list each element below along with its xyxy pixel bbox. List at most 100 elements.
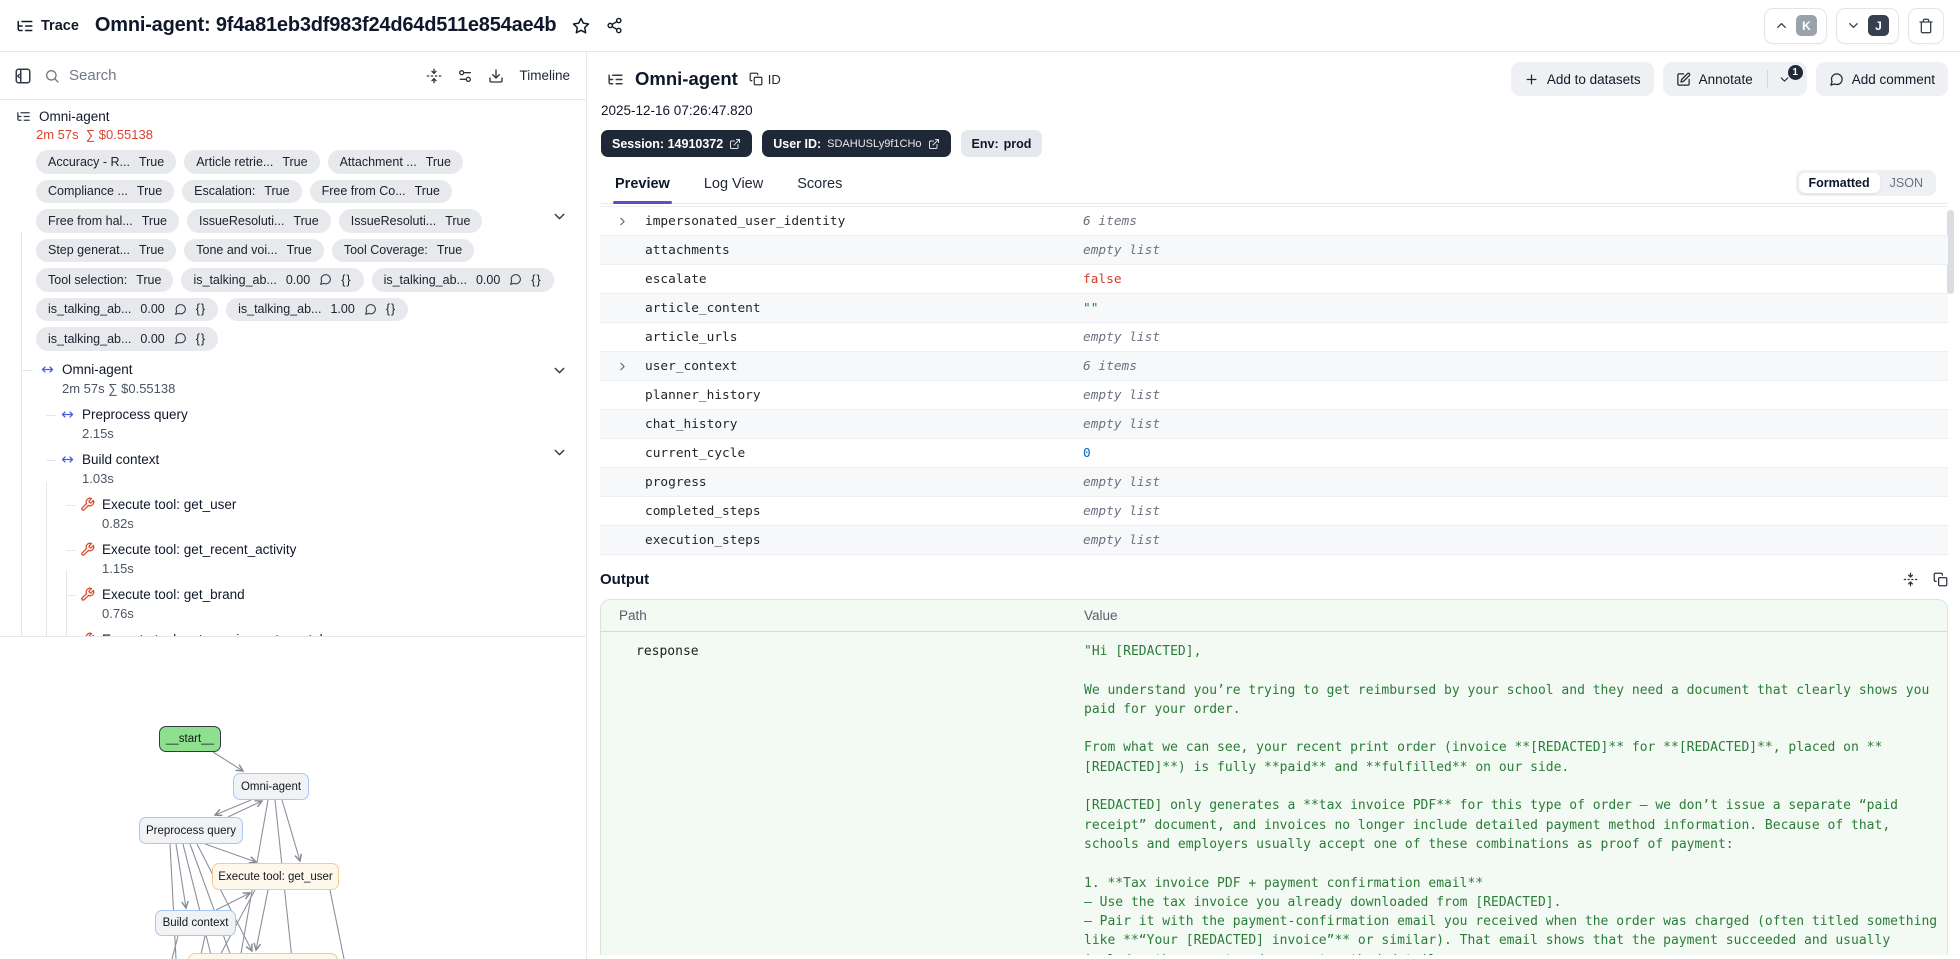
- output-heading: Output: [600, 571, 650, 588]
- tree-node-duration: 2m 57s ∑ $0.55138: [62, 380, 176, 396]
- chevron-down-icon[interactable]: [551, 362, 568, 379]
- trace-timestamp: 2025-12-16 07:26:47.820: [601, 103, 753, 118]
- format-option-json[interactable]: JSON: [1880, 173, 1933, 193]
- graph-node[interactable]: __start__: [159, 726, 221, 752]
- tree-root-node[interactable]: Omni-agent: [0, 100, 586, 124]
- prev-trace-button[interactable]: K: [1764, 7, 1827, 44]
- observation-title: Omni-agent: [635, 68, 738, 89]
- score-badge[interactable]: IssueResoluti... True: [187, 209, 331, 233]
- score-badge[interactable]: Free from Co... True: [309, 179, 452, 203]
- chevron-right-icon[interactable]: [616, 215, 629, 228]
- preview-key: attachments: [645, 242, 730, 258]
- preview-value: empty list: [1083, 474, 1161, 490]
- format-option-formatted[interactable]: Formatted: [1798, 173, 1880, 193]
- graph-node[interactable]: Omni-agent: [233, 773, 309, 800]
- add-to-datasets-button[interactable]: Add to datasets: [1510, 62, 1654, 96]
- tree-root-metrics: 2m 57s ∑ $0.55138: [36, 127, 153, 142]
- graph-node[interactable]: Execute tool: get_recent_activity: [188, 953, 338, 959]
- score-badge[interactable]: Tool Coverage: True: [331, 238, 475, 262]
- trace-label: Trace: [41, 17, 79, 34]
- score-badge[interactable]: IssueResoluti... True: [338, 209, 483, 233]
- timeline-toggle[interactable]: Timeline: [519, 68, 570, 83]
- tree-node[interactable]: Preprocess query 2.15s: [0, 406, 586, 441]
- shortcut-key-j: J: [1868, 15, 1889, 36]
- fold-vertical-icon[interactable]: [1903, 572, 1918, 587]
- comment-bubble-icon: [174, 332, 187, 345]
- score-badge[interactable]: Accuracy - R... True: [36, 150, 177, 174]
- score-badge-label: Escalation:: [194, 184, 256, 199]
- tree-node-label: Preprocess query: [82, 406, 188, 422]
- add-comment-button[interactable]: Add comment: [1815, 62, 1948, 96]
- score-badge-label: Free from hal...: [48, 213, 133, 228]
- tree-node-duration: 2.15s: [82, 425, 114, 441]
- preview-key: article_content: [645, 300, 761, 316]
- preview-row[interactable]: user_context 6 items: [600, 352, 1948, 381]
- panel-collapse-icon[interactable]: [14, 67, 32, 85]
- tree-node[interactable]: Omni-agent 2m 57s ∑ $0.55138: [0, 361, 586, 396]
- tree-root-label: Omni-agent: [39, 109, 110, 124]
- tab-preview[interactable]: Preview: [613, 176, 672, 204]
- download-icon[interactable]: [488, 68, 504, 84]
- tree-node-label: Execute tool: get_user: [102, 496, 237, 512]
- trace-tree: Omni-agent 2m 57s ∑ $0.55138 Accuracy - …: [0, 100, 586, 637]
- session-badge[interactable]: Session: 14910372: [601, 130, 753, 157]
- copy-id-button[interactable]: ID: [749, 72, 781, 87]
- score-badge[interactable]: is_talking_ab... 0.00 {}: [36, 297, 219, 321]
- score-badge[interactable]: Tool selection: True: [36, 268, 174, 292]
- score-badge-value: 0.00: [140, 302, 165, 317]
- score-badge-label: is_talking_ab...: [238, 302, 322, 317]
- score-badge[interactable]: Tone and voi... True: [184, 238, 324, 262]
- agent-graph[interactable]: __start__ Omni-agent Preprocess query Execu…: [0, 637, 586, 959]
- preview-value: "": [1083, 300, 1099, 316]
- graph-node[interactable]: Build context: [155, 910, 236, 936]
- score-badge[interactable]: Escalation: True: [182, 179, 302, 203]
- score-badge[interactable]: is_talking_ab... 0.00 {}: [371, 268, 554, 292]
- delete-trace-button[interactable]: [1908, 7, 1944, 44]
- tree-node[interactable]: Execute tool: get_user 0.82s: [0, 496, 586, 531]
- scrollbar-thumb[interactable]: [1947, 210, 1954, 294]
- score-badge[interactable]: Compliance ... True: [36, 179, 175, 203]
- output-row-response[interactable]: response "Hi [REDACTED], We understand y…: [601, 632, 1947, 955]
- graph-node[interactable]: Preprocess query: [139, 817, 243, 844]
- score-badge-value: True: [436, 243, 463, 258]
- preview-value: empty list: [1083, 532, 1161, 548]
- chevron-down-icon[interactable]: [551, 444, 568, 461]
- share-icon[interactable]: [606, 17, 623, 34]
- score-badge[interactable]: is_talking_ab... 0.00 {}: [181, 268, 364, 292]
- tree-node[interactable]: Execute tool: get_brand 0.76s: [0, 586, 586, 621]
- score-badge-label: Step generat...: [48, 243, 131, 258]
- chevron-right-icon[interactable]: [616, 360, 629, 373]
- copy-icon[interactable]: [1933, 572, 1948, 587]
- star-icon[interactable]: [572, 17, 590, 35]
- preview-row: chat_history empty list: [600, 410, 1948, 439]
- graph-node[interactable]: Execute tool: get_user: [212, 863, 339, 890]
- preview-row: planner_history empty list: [600, 381, 1948, 410]
- preview-row: attachments empty list: [600, 236, 1948, 265]
- tree-node[interactable]: Build context 1.03s: [0, 451, 586, 486]
- score-badge-row: is_talking_ab... 0.00 {} is_talking_ab... 1.…: [36, 297, 586, 321]
- detail-tabs: Preview Log View Scores Formatted JSON: [601, 170, 1948, 204]
- preview-key: current_cycle: [645, 445, 746, 461]
- score-badge[interactable]: Attachment ... True: [327, 150, 463, 174]
- trace-breadcrumb[interactable]: Trace: [16, 17, 79, 35]
- tree-node[interactable]: Execute tool: get_recent_activity 1.15s: [0, 541, 586, 576]
- sliders-icon[interactable]: [457, 68, 473, 84]
- chevron-down-icon[interactable]: [551, 208, 568, 225]
- score-badge[interactable]: Article retrie... True: [184, 150, 320, 174]
- next-trace-button[interactable]: J: [1836, 7, 1899, 44]
- score-badge[interactable]: is_talking_ab... 1.00 {}: [226, 297, 409, 321]
- wrench-icon: [80, 497, 95, 512]
- score-badge-row: Compliance ... True Escalation: True Free fr…: [36, 179, 586, 203]
- comment-bubble-icon: [1829, 72, 1844, 87]
- score-badge-braces: {}: [195, 331, 207, 346]
- score-badge[interactable]: is_talking_ab... 0.00 {}: [36, 327, 219, 351]
- tab-scores[interactable]: Scores: [797, 176, 842, 203]
- annotate-button[interactable]: Annotate 1: [1662, 62, 1807, 96]
- preview-row[interactable]: impersonated_user_identity 6 items: [600, 207, 1948, 236]
- search-input[interactable]: [69, 67, 415, 84]
- score-badge[interactable]: Step generat... True: [36, 238, 177, 262]
- user-id-badge[interactable]: User ID: SDAHUSLy9f1CHo: [762, 130, 951, 157]
- score-badge[interactable]: Free from hal... True: [36, 209, 179, 233]
- fold-vertical-icon[interactable]: [426, 68, 442, 84]
- tab-log-view[interactable]: Log View: [704, 176, 763, 203]
